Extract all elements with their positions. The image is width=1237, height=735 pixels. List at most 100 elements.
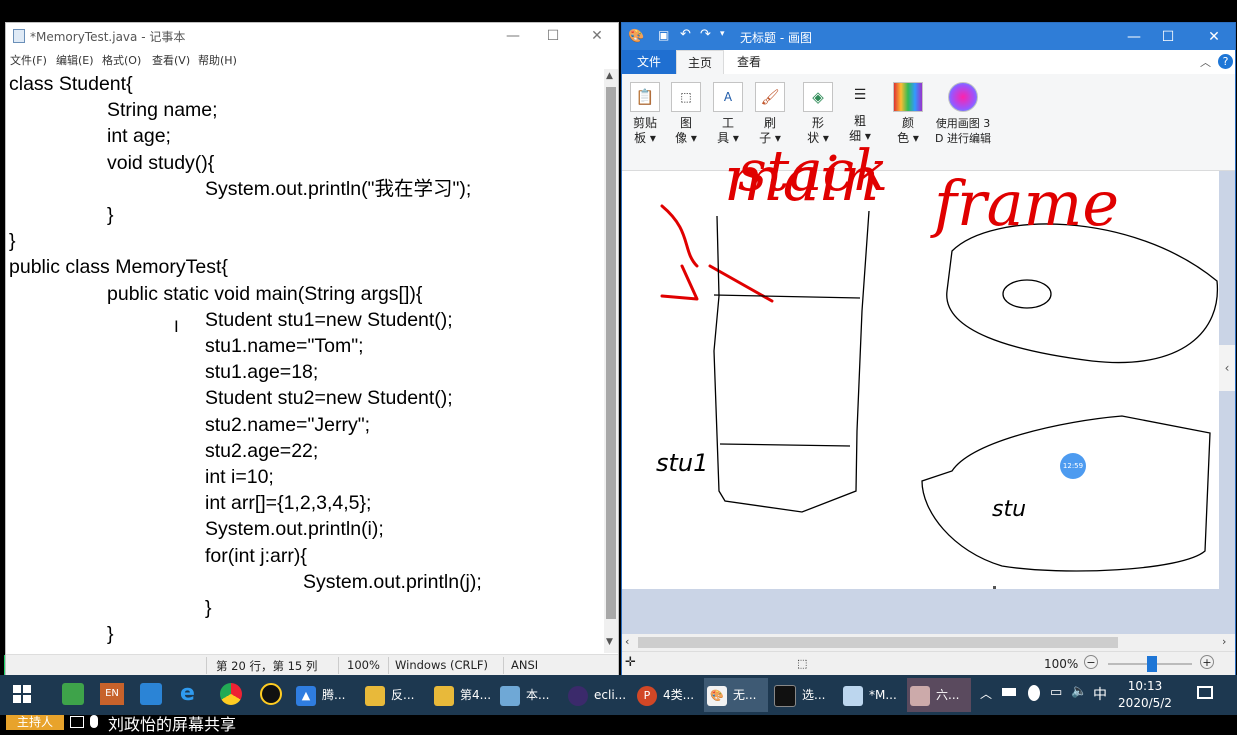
pinned-qq-icon[interactable] xyxy=(260,683,282,705)
taskbar-app-notepad[interactable]: *M... xyxy=(843,678,905,712)
quick-access-redo-icon[interactable]: ↷ xyxy=(700,27,711,42)
menu-format[interactable]: 格式(O) xyxy=(102,52,141,68)
menu-edit[interactable]: 编辑(E) xyxy=(56,52,94,68)
quick-access-undo-icon[interactable]: ↶ xyxy=(680,27,691,42)
menu-view[interactable]: 查看(V) xyxy=(152,52,190,68)
paint-horizontal-scrollbar[interactable]: ‹ › xyxy=(622,634,1235,651)
maximize-button[interactable]: ☐ xyxy=(1153,27,1183,47)
tray-expand-icon[interactable]: ︿ xyxy=(980,685,992,702)
tray-usb-icon[interactable] xyxy=(1002,688,1016,696)
microphone-icon[interactable] xyxy=(90,715,98,728)
help-icon[interactable]: ? xyxy=(1218,54,1233,69)
status-divider xyxy=(503,657,504,674)
paint-canvas-area: stu1 stu 12:59 ‹ xyxy=(622,171,1235,634)
ribbon-paint3d[interactable]: 使用画图 3 D 进行编辑 xyxy=(932,78,994,168)
zoom-out-button[interactable]: − xyxy=(1084,655,1098,669)
pinned-edge-icon[interactable]: e xyxy=(180,681,195,706)
taskbar-app-eclipse[interactable]: ecli... xyxy=(568,678,630,712)
label-stu: stu xyxy=(992,497,1026,522)
taskbar-app-label: 腾... xyxy=(322,688,346,702)
paint-ribbon-tabs: 文件 主页 查看 ︿ ? xyxy=(622,50,1235,74)
taskbar-app-folder-2[interactable]: 第4... xyxy=(434,678,496,712)
ribbon-label: 形 xyxy=(811,116,824,130)
maximize-button[interactable]: ☐ xyxy=(538,26,568,46)
taskbar-app-label: ecli... xyxy=(594,688,627,702)
ribbon-brushes[interactable]: 🖌 刷 子 ▾ xyxy=(752,78,788,168)
taskbar-app-label: 本... xyxy=(526,688,550,702)
tray-ime-indicator[interactable]: 中 xyxy=(1093,684,1107,704)
tray-network-icon[interactable]: ▭ xyxy=(1050,685,1062,700)
scroll-up-icon[interactable]: ▲ xyxy=(606,71,613,81)
menu-help[interactable]: 帮助(H) xyxy=(198,52,237,68)
notepad-scroll-thumb[interactable] xyxy=(606,87,616,619)
ribbon-image[interactable]: ⬚ 图 像 ▾ xyxy=(668,78,704,168)
heap-object-2 xyxy=(921,415,1211,572)
paint-title: 无标题 - 画图 xyxy=(740,31,812,45)
menu-file[interactable]: 文件(F) xyxy=(10,52,47,68)
ribbon-tools[interactable]: A 工 具 ▾ xyxy=(710,78,746,168)
taskbar-app-tencent-meeting[interactable]: ▲ 腾... xyxy=(296,678,358,712)
notepad-titlebar[interactable]: *MemoryTest.java - 记事本 — ☐ ✕ xyxy=(6,23,618,49)
paint-scroll-thumb[interactable] xyxy=(638,637,1118,648)
taskbar-app-this-pc[interactable]: 本... xyxy=(500,678,562,712)
taskbar-app-paint[interactable]: 🎨 无... xyxy=(704,678,768,712)
tab-home[interactable]: 主页 xyxy=(676,50,724,74)
minimize-button[interactable]: — xyxy=(1119,27,1149,47)
ribbon-shapes[interactable]: ◈ 形 状 ▾ xyxy=(800,78,836,168)
taskbar-clock[interactable]: 10:13 2020/5/2 xyxy=(1110,678,1180,712)
tab-file[interactable]: 文件 xyxy=(622,50,676,74)
ribbon-size[interactable]: ☰ 粗 细 ▾ xyxy=(842,78,878,168)
photo-icon xyxy=(910,685,930,706)
paint-canvas[interactable]: stu1 stu 12:59 xyxy=(622,171,1219,589)
windows-taskbar: EN e ▲ 腾... 反... 第4... 本... ecli... P 4类..… xyxy=(0,675,1237,715)
taskbar-app-label: 第4... xyxy=(460,688,492,702)
zoom-level: 100% xyxy=(1044,657,1079,671)
start-button[interactable] xyxy=(12,684,32,704)
close-button[interactable]: ✕ xyxy=(582,26,612,46)
close-button[interactable]: ✕ xyxy=(1199,27,1229,47)
powerpoint-icon: P xyxy=(637,685,657,706)
pinned-app-en-icon[interactable]: EN xyxy=(100,683,124,705)
ribbon-clipboard[interactable]: 📋 剪贴 板 ▾ xyxy=(626,78,664,168)
canvas-resize-handle[interactable] xyxy=(993,586,996,589)
taskbar-app-powerpoint[interactable]: P 4类... xyxy=(637,678,699,712)
tray-volume-icon[interactable]: 🔈 xyxy=(1071,684,1087,699)
tray-qq-icon[interactable] xyxy=(1028,685,1040,701)
action-center-icon[interactable] xyxy=(1197,686,1213,699)
code-line: int age; xyxy=(107,125,171,148)
minimize-button[interactable]: — xyxy=(498,26,528,46)
ribbon-label: 颜 xyxy=(901,116,914,130)
quick-access-save-icon[interactable]: ▣ xyxy=(658,28,669,42)
pinned-app-stack-icon[interactable] xyxy=(62,683,84,705)
pinned-chrome-icon[interactable] xyxy=(220,683,242,705)
clipboard-icon: 📋 xyxy=(630,82,660,112)
code-line: Student stu2=new Student(); xyxy=(205,387,453,410)
tab-view[interactable]: 查看 xyxy=(726,50,772,74)
taskbar-app-cmd[interactable]: 选... xyxy=(774,678,836,712)
zoom-slider-thumb[interactable] xyxy=(1147,656,1157,672)
selection-size-icon: ⬚ xyxy=(797,657,808,670)
ribbon-colors[interactable]: 颜 色 ▾ xyxy=(890,78,926,168)
ribbon-collapse-icon[interactable]: ︿ xyxy=(1200,54,1211,70)
scroll-left-icon[interactable]: ‹ xyxy=(625,635,629,648)
code-line: public static void main(String args[]){ xyxy=(107,282,423,305)
notepad-text-area[interactable]: class Student{String name; int age; void s… xyxy=(6,69,604,653)
notepad-title: *MemoryTest.java - 记事本 xyxy=(30,30,186,44)
scroll-down-icon[interactable]: ▼ xyxy=(606,637,613,647)
pinned-app-contacts-icon[interactable] xyxy=(140,683,162,705)
zoom-in-button[interactable]: + xyxy=(1200,655,1214,669)
notepad-vertical-scrollbar[interactable]: ▲ ▼ xyxy=(604,69,618,653)
colors-icon xyxy=(893,82,923,112)
side-panel-toggle[interactable]: ‹ xyxy=(1219,345,1235,391)
size-icon: ☰ xyxy=(853,87,867,103)
clock-time: 10:13 xyxy=(1127,679,1163,693)
ribbon-label: 使用画图 3 xyxy=(935,117,991,130)
notepad-app-icon xyxy=(13,29,25,43)
paint3d-icon xyxy=(948,82,978,112)
taskbar-app-photo[interactable]: 六... xyxy=(907,678,971,712)
ribbon-label: 色 ▾ xyxy=(897,131,919,145)
scroll-right-icon[interactable]: › xyxy=(1222,635,1226,648)
quick-access-dropdown-icon[interactable]: ▾ xyxy=(720,29,725,39)
taskbar-app-folder-1[interactable]: 反... xyxy=(365,678,427,712)
paint-titlebar[interactable]: 🎨 ▣ ↶ ↷ ▾ 无标题 - 画图 — ☐ ✕ xyxy=(622,23,1235,50)
